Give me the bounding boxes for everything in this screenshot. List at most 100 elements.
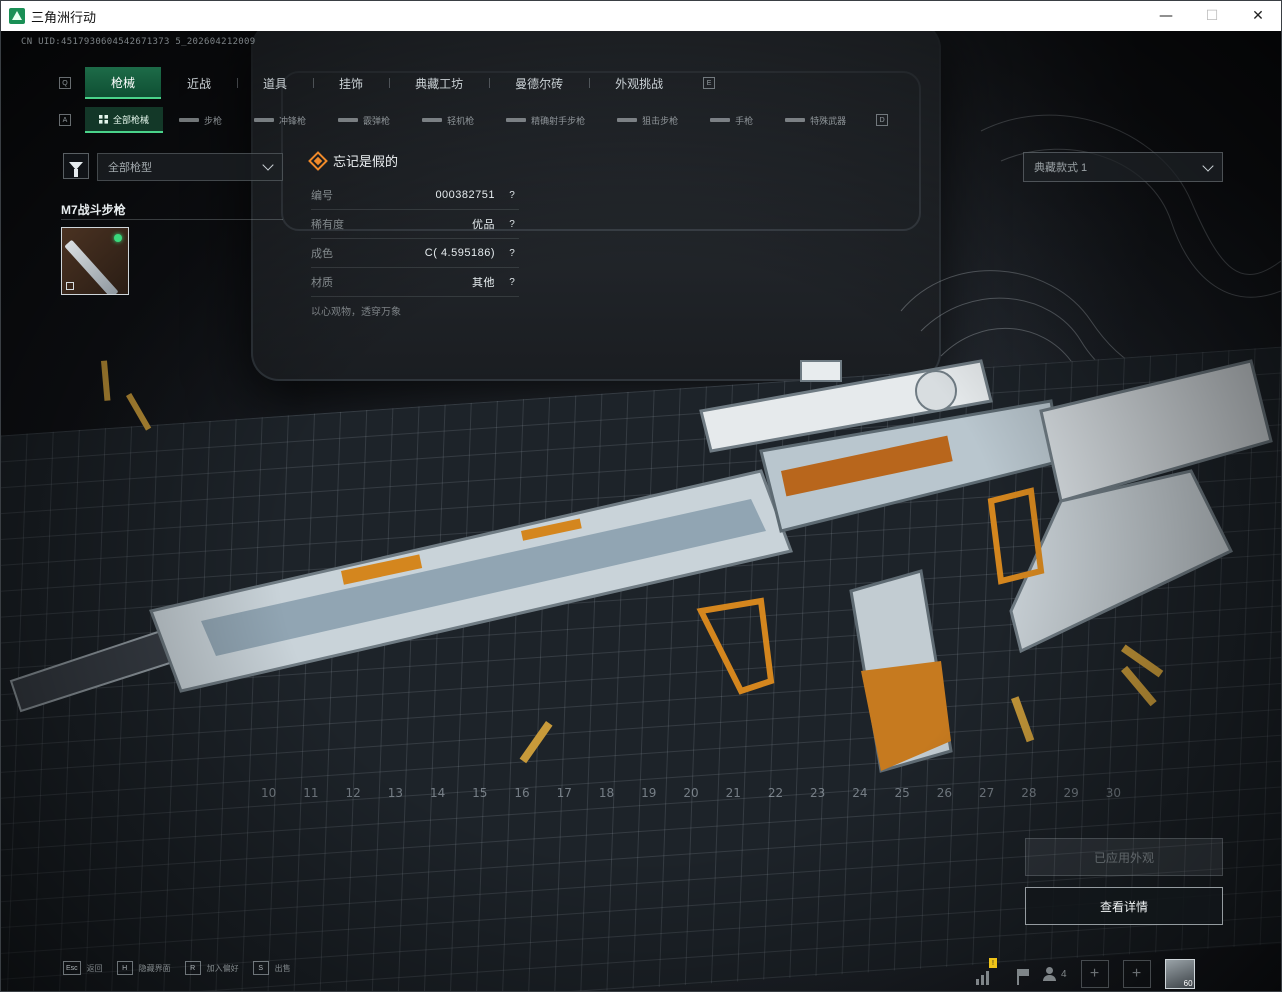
hint-sell[interactable]: S 出售 bbox=[252, 961, 291, 975]
skin-motto: 以心观物，透穿万象 bbox=[311, 307, 401, 318]
key-r: R bbox=[184, 961, 201, 975]
stats-icon[interactable]: ! bbox=[971, 958, 997, 985]
smg-icon bbox=[254, 118, 275, 122]
key-hint-q: Q bbox=[59, 77, 71, 89]
subtab-label: 步枪 bbox=[204, 115, 223, 126]
help-icon[interactable]: ? bbox=[505, 188, 519, 202]
friends-button[interactable]: 4 bbox=[1043, 967, 1067, 981]
hint-hide-ui[interactable]: H 隐藏界面 bbox=[116, 961, 171, 975]
weapon-type-select[interactable]: 全部枪型 bbox=[97, 153, 283, 181]
window-title: 三角洲行动 bbox=[31, 9, 97, 25]
subtab-smg[interactable]: 冲锋枪 bbox=[238, 107, 322, 133]
pistol-icon bbox=[710, 118, 731, 122]
category-tabs: Q 枪械 近战 道具 挂饰 典藏工坊 曼德尔砖 外观挑战 E bbox=[59, 67, 723, 99]
subtab-label: 轻机枪 bbox=[447, 115, 475, 126]
chevron-down-icon bbox=[1202, 160, 1214, 172]
applied-appearance-button[interactable]: 已应用外观 bbox=[1025, 838, 1223, 876]
special-weapon-icon bbox=[785, 118, 806, 122]
help-icon[interactable]: ? bbox=[505, 246, 519, 260]
mat-number: 23 bbox=[810, 786, 826, 800]
mat-number: 28 bbox=[1021, 786, 1037, 800]
divider bbox=[61, 219, 283, 220]
subtab-label: 冲锋枪 bbox=[279, 115, 307, 126]
key-hints-bar: Esc 返回 H 隐藏界面 R 加入偏好 S 出售 bbox=[63, 961, 291, 975]
skin-name: 忘记是假的 bbox=[333, 154, 399, 169]
subtab-rifle[interactable]: 步枪 bbox=[163, 107, 238, 133]
player-uid: CN UID:4517930604542671373 5_20260421200… bbox=[21, 37, 256, 47]
flag-icon[interactable] bbox=[1007, 963, 1029, 985]
subtab-marksman-rifle[interactable]: 精确射手步枪 bbox=[490, 107, 601, 133]
grid-icon bbox=[99, 114, 108, 124]
skin-thumbnail[interactable] bbox=[61, 227, 129, 295]
mat-number: 15 bbox=[472, 786, 488, 800]
close-button[interactable]: ✕ bbox=[1235, 1, 1281, 31]
tab-items[interactable]: 道具 bbox=[237, 67, 313, 99]
minimize-button[interactable]: — bbox=[1143, 1, 1189, 31]
subtab-special[interactable]: 特殊武器 bbox=[769, 107, 862, 133]
mat-number: 24 bbox=[852, 786, 868, 800]
mat-number: 30 bbox=[1105, 786, 1121, 800]
tab-guns[interactable]: 枪械 bbox=[85, 67, 162, 99]
hint-label: 返回 bbox=[86, 963, 103, 973]
filter-button[interactable] bbox=[63, 153, 89, 179]
view-details-button[interactable]: 查看详情 bbox=[1025, 887, 1223, 925]
weapon-type-tab-list: 全部枪械 步枪 冲锋枪 霰弹枪 轻机枪 精确射手步枪 狙击步枪 手枪 特殊武器 bbox=[85, 107, 862, 133]
mat-number: 12 bbox=[345, 786, 361, 800]
weapon-type-tabs: A 全部枪械 步枪 冲锋枪 霰弹枪 轻机枪 精确射手步枪 狙击步枪 手枪 特殊武… bbox=[59, 107, 909, 133]
hint-add-favorite[interactable]: R 加入偏好 bbox=[184, 961, 239, 975]
tab-charms[interactable]: 挂饰 bbox=[313, 67, 389, 99]
help-icon[interactable]: ? bbox=[505, 217, 519, 231]
category-tab-list: 枪械 近战 道具 挂饰 典藏工坊 曼德尔砖 外观挑战 bbox=[85, 67, 689, 99]
tab-appearance-challenge[interactable]: 外观挑战 bbox=[589, 67, 689, 99]
rifle-icon bbox=[179, 118, 200, 122]
corner-badge-icon bbox=[66, 282, 74, 290]
key-hint-a: A bbox=[59, 114, 71, 126]
weapon-type-value: 全部枪型 bbox=[108, 162, 152, 174]
sniper-rifle-icon bbox=[617, 118, 638, 122]
party-slot-1[interactable]: + bbox=[1080, 960, 1109, 988]
tab-mandel-brick[interactable]: 曼德尔砖 bbox=[489, 67, 589, 99]
key-hint-d: D bbox=[876, 114, 889, 126]
maximize-button[interactable]: ☐ bbox=[1189, 1, 1235, 31]
mat-number: 13 bbox=[387, 786, 403, 800]
key-h: H bbox=[116, 961, 133, 975]
window-controls: — ☐ ✕ bbox=[1143, 1, 1281, 31]
mat-number: 25 bbox=[894, 786, 910, 800]
property-value: C( 4.595186) bbox=[424, 247, 495, 259]
filter-icon bbox=[69, 162, 83, 177]
equipped-indicator-icon bbox=[114, 234, 122, 242]
friends-icon bbox=[1043, 967, 1057, 981]
key-esc: Esc bbox=[63, 961, 81, 975]
mat-number: 10 bbox=[261, 786, 277, 800]
mat-number: 17 bbox=[556, 786, 572, 800]
property-label: 材质 bbox=[311, 277, 333, 289]
hint-back[interactable]: Esc 返回 bbox=[63, 961, 103, 975]
player-avatar[interactable]: 60 bbox=[1164, 959, 1195, 989]
party-slot-2[interactable]: + bbox=[1122, 960, 1151, 988]
subtab-label: 手枪 bbox=[735, 115, 754, 126]
shotgun-icon bbox=[338, 118, 359, 122]
subtab-pistol[interactable]: 手枪 bbox=[694, 107, 769, 133]
style-variant-select[interactable]: 典藏款式 1 bbox=[1023, 152, 1223, 182]
subtab-shotgun[interactable]: 霰弹枪 bbox=[322, 107, 406, 133]
mat-number: 14 bbox=[429, 786, 446, 800]
app-logo-icon bbox=[9, 8, 25, 24]
property-row-wear: 成色 C( 4.595186) ? bbox=[311, 239, 519, 268]
subtab-all-guns[interactable]: 全部枪械 bbox=[85, 107, 164, 133]
mat-number: 22 bbox=[767, 786, 784, 800]
mat-number: 21 bbox=[725, 786, 741, 800]
friends-count: 4 bbox=[1061, 968, 1067, 980]
chevron-down-icon bbox=[262, 159, 274, 171]
tab-collection-workshop[interactable]: 典藏工坊 bbox=[389, 67, 489, 99]
help-icon[interactable]: ? bbox=[505, 275, 519, 289]
subtab-sniper-rifle[interactable]: 狙击步枪 bbox=[601, 107, 694, 133]
rarity-diamond-icon bbox=[308, 150, 328, 171]
hint-label: 隐藏界面 bbox=[138, 963, 171, 973]
key-hint-e: E bbox=[703, 77, 716, 89]
subtab-lmg[interactable]: 轻机枪 bbox=[406, 107, 490, 133]
tab-melee[interactable]: 近战 bbox=[161, 67, 237, 99]
game-window: 三角洲行动 — ☐ ✕ 10 11 12 13 14 15 16 17 18 1… bbox=[0, 0, 1282, 992]
notification-badge: ! bbox=[989, 958, 997, 968]
mat-ruler-numbers: 10 11 12 13 14 15 16 17 18 19 20 21 22 2… bbox=[261, 786, 1121, 802]
property-label: 编号 bbox=[311, 190, 333, 202]
